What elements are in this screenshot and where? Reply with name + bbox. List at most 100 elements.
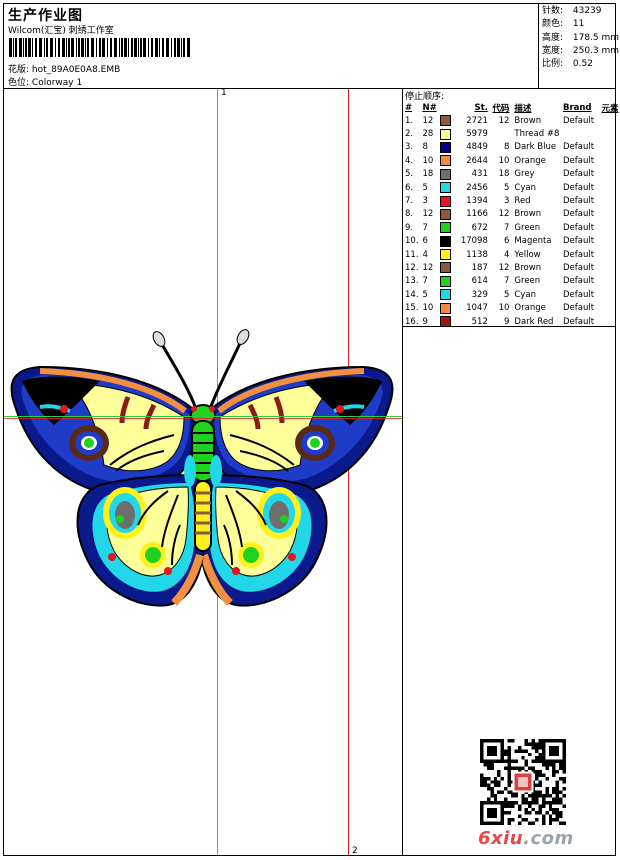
stop-brand: Default [562, 155, 595, 166]
table-row: 2. 28 5979 Thread #8 [404, 127, 620, 140]
stop-needle: 12 [422, 115, 434, 126]
stop-index: 7. [405, 196, 414, 207]
col-header-element: 元素 [601, 103, 619, 114]
stop-code: 18 [498, 169, 510, 180]
height-label: 高度: [542, 32, 564, 43]
stop-element [600, 275, 620, 288]
color-swatch [439, 141, 457, 154]
ratio-label: 比例: [542, 59, 564, 70]
watermark-part1: 6xiu [478, 828, 524, 849]
colorway-label: 色位: [8, 78, 30, 88]
color-swatch [439, 235, 457, 248]
color-swatch [439, 248, 457, 261]
stop-index: 1. [405, 115, 414, 126]
stop-code: 7 [504, 276, 510, 287]
stop-brand: Default [562, 276, 595, 287]
col-header-needle: N# [422, 102, 437, 113]
stop-brand: Default [562, 196, 595, 207]
stop-needle: 5 [422, 289, 428, 300]
guide-marker-2: 2 [352, 846, 358, 856]
stop-stitches: 1047 [466, 303, 488, 314]
stop-list-divider [403, 326, 616, 327]
color-swatch [439, 208, 457, 221]
stop-code: 4 [504, 249, 510, 260]
stop-element [600, 141, 620, 154]
stop-index: 15. [405, 303, 419, 314]
width-label: 宽度: [542, 45, 564, 56]
stop-stitches: 329 [471, 289, 488, 300]
stop-element [600, 181, 620, 194]
swatch-chip [440, 262, 452, 274]
stop-index: 9. [405, 222, 414, 233]
stop-index: 13. [405, 276, 419, 287]
stop-element [600, 154, 620, 167]
swatch-chip [440, 182, 452, 194]
stop-stitches: 2456 [466, 182, 488, 193]
swatch-chip [440, 128, 452, 140]
table-row: 11. 4 1138 4 Yellow Default [404, 248, 620, 261]
stop-needle: 18 [422, 169, 434, 180]
stop-code: 8 [504, 142, 510, 153]
page-title: 生产作业图 [8, 8, 83, 24]
stop-description: Red [514, 196, 531, 207]
color-swatch [439, 181, 457, 194]
color-swatch [439, 221, 457, 234]
stop-brand: Default [562, 115, 595, 126]
stop-brand: Default [562, 182, 595, 193]
stop-description: Yellow [514, 249, 541, 260]
color-swatch [439, 154, 457, 167]
stop-description: Dark Blue [514, 142, 557, 153]
stop-stitches: 17098 [460, 236, 488, 247]
table-row: 4. 10 2644 10 Orange Default [404, 154, 620, 167]
stop-stitches: 614 [471, 276, 488, 287]
stop-stitches: 431 [471, 169, 488, 180]
stop-index: 6. [405, 182, 414, 193]
colorway-line: 色位: Colorway 1 [8, 75, 82, 88]
col-header-swatch [439, 101, 457, 114]
stop-code: 7 [504, 222, 510, 233]
color-swatch [439, 114, 457, 127]
stop-element [600, 248, 620, 261]
table-row: 3. 8 4849 8 Dark Blue Default [404, 141, 620, 154]
stop-code: 6 [504, 236, 510, 247]
stop-needle: 8 [422, 142, 428, 153]
stop-needle: 6 [422, 236, 428, 247]
col-header-code: 代码 [492, 103, 510, 114]
stop-needle: 5 [422, 182, 428, 193]
stop-code: 12 [498, 262, 510, 273]
table-row: 8. 12 1166 12 Brown Default [404, 208, 620, 221]
stop-element [600, 235, 620, 248]
table-row: 9. 7 672 7 Green Default [404, 221, 620, 234]
stop-stitches: 4849 [466, 142, 488, 153]
swatch-chip [440, 195, 452, 207]
horizontal-guide-green [4, 416, 402, 417]
guide-marker-1: 1 [221, 88, 227, 98]
swatch-chip [440, 289, 452, 301]
stop-description: Cyan [514, 289, 536, 300]
stop-code: 10 [498, 303, 510, 314]
color-swatch [439, 261, 457, 274]
stop-index: 10. [405, 236, 419, 247]
stop-stitches: 1166 [466, 209, 488, 220]
qr-code [480, 739, 566, 825]
studio-subtitle: Wilcom(汇宝) 刺绣工作室 [8, 26, 114, 36]
color-swatch [439, 168, 457, 181]
width-value: 250.3 mm [572, 45, 620, 56]
watermark-logo: 6xiu.com [478, 828, 574, 849]
stop-description: Green [514, 276, 541, 287]
stop-needle: 12 [422, 209, 434, 220]
swatch-chip [440, 235, 452, 247]
stop-needle: 7 [422, 276, 428, 287]
swatch-chip [440, 115, 452, 127]
table-row: 13. 7 614 7 Green Default [404, 275, 620, 288]
stop-description: Cyan [514, 182, 536, 193]
stop-element [600, 221, 620, 234]
table-row: 12. 12 187 12 Brown Default [404, 261, 620, 274]
stop-code: 5 [504, 182, 510, 193]
stop-needle: 28 [422, 129, 434, 140]
stop-needle: 10 [422, 155, 434, 166]
color-swatch [439, 301, 457, 314]
stop-description: Orange [514, 303, 546, 314]
stop-index: 12. [405, 262, 419, 273]
stop-brand: Default [562, 236, 595, 247]
